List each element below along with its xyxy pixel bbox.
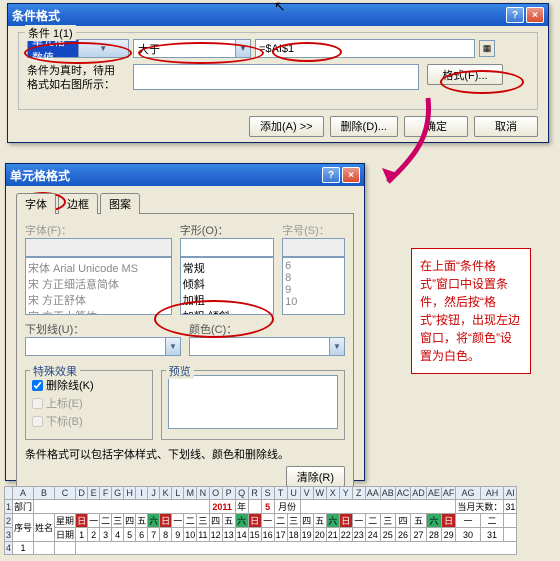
delete-button[interactable]: 删除(D)... bbox=[330, 116, 398, 137]
color-label: 颜色(C)： bbox=[189, 321, 345, 337]
subscript-checkbox: 下标(B) bbox=[32, 413, 146, 429]
date-row: 3日期1234567891011121314151617181920212223… bbox=[5, 528, 517, 542]
annotation-callout: 在上面“条件格式”窗口中设置条件，然后按“格式”按钮，出现左边窗口，将“颜色”设… bbox=[411, 248, 531, 374]
field-type-combo[interactable]: 单元格数值▼ bbox=[27, 39, 129, 58]
cell-format-dialog: 单元格格式 ? × 字体 边框 图案 字体(F)： 宋体 Arial Unico… bbox=[5, 163, 365, 481]
color-combo[interactable]: ▼ bbox=[189, 337, 345, 356]
condition1-legend: 条件 1(1) bbox=[25, 25, 76, 41]
style-label: 字形(O)： bbox=[180, 222, 274, 238]
format-preview bbox=[133, 64, 419, 90]
operator-combo[interactable]: 大于▼ bbox=[133, 39, 251, 58]
note-text: 条件格式可以包括字体样式、下划线、颜色和删除线。 bbox=[25, 448, 345, 462]
ref-picker-icon[interactable]: ▦ bbox=[479, 40, 495, 57]
ok-button[interactable]: 确定 bbox=[404, 116, 468, 137]
cancel-button[interactable]: 取消 bbox=[474, 116, 538, 137]
format-preview-box bbox=[168, 375, 338, 429]
strike-checkbox[interactable]: 删除线(K) bbox=[32, 377, 146, 393]
fmt-titlebar[interactable]: 单元格格式 ? × bbox=[6, 164, 364, 186]
week-row: 2序号姓名星期日一二三四五六日一二三四五六日一二三四五六日一二三四五六日一二 bbox=[5, 514, 517, 528]
font-input bbox=[25, 238, 172, 257]
close-button[interactable]: × bbox=[526, 7, 544, 23]
style-input[interactable] bbox=[180, 238, 274, 257]
font-panel: 字体(F)： 宋体 Arial Unicode MS宋 方正细活意简体宋 方正舒… bbox=[16, 213, 354, 502]
condition1-group: 条件 1(1) 单元格数值▼ 大于▼ ▦ 条件为真时，待用 格式如右图所示： 格… bbox=[18, 32, 538, 110]
font-listbox: 宋体 Arial Unicode MS宋 方正细活意简体宋 方正舒体宋 方正小篆… bbox=[25, 257, 172, 315]
add-button[interactable]: 添加(A) >> bbox=[249, 116, 324, 137]
value-input[interactable] bbox=[255, 39, 475, 58]
superscript-checkbox: 上标(E) bbox=[32, 395, 146, 411]
fmt-title: 单元格格式 bbox=[10, 167, 320, 184]
title-row: 1部门2011年5月份当月天数：31 bbox=[5, 500, 517, 514]
clear-button[interactable]: 清除(R) bbox=[286, 466, 345, 487]
col-headers: ABCDEFGHIJKLMNOPQRSTUVWXYZAAABACADAEAFAG… bbox=[5, 487, 517, 500]
help-button[interactable]: ? bbox=[322, 167, 340, 183]
underline-label: 下划线(U)： bbox=[25, 321, 181, 337]
cursor-icon: ↖ bbox=[274, 0, 286, 15]
style-listbox[interactable]: 常规倾斜加粗加粗 倾斜 bbox=[180, 257, 274, 315]
chevron-down-icon: ▼ bbox=[235, 40, 250, 57]
close-button[interactable]: × bbox=[342, 167, 360, 183]
underline-combo[interactable]: ▼ bbox=[25, 337, 181, 356]
tabs: 字体 边框 图案 bbox=[16, 193, 354, 214]
size-label: 字号(S)： bbox=[282, 222, 345, 238]
help-button[interactable]: ? bbox=[506, 7, 524, 23]
tab-border[interactable]: 边框 bbox=[58, 193, 98, 214]
preview-label: 条件为真时，待用 格式如右图所示： bbox=[27, 64, 129, 93]
size-input bbox=[282, 238, 345, 257]
chevron-down-icon: ▼ bbox=[329, 338, 344, 355]
tab-font[interactable]: 字体 bbox=[16, 193, 56, 214]
conditional-format-dialog: 条件格式 ? × 条件 1(1) 单元格数值▼ 大于▼ ▦ 条件为真时，待用 格… bbox=[7, 3, 549, 143]
chevron-down-icon: ▼ bbox=[78, 40, 129, 57]
size-listbox: 68910 bbox=[282, 257, 345, 315]
table-row: 41 bbox=[5, 542, 517, 555]
spreadsheet[interactable]: ABCDEFGHIJKLMNOPQRSTUVWXYZAAABACADAEAFAG… bbox=[4, 486, 517, 555]
font-label: 字体(F)： bbox=[25, 222, 172, 238]
chevron-down-icon: ▼ bbox=[165, 338, 180, 355]
effects-group: 特殊效果 删除线(K) 上标(E) 下标(B) bbox=[25, 370, 153, 440]
cf-title: 条件格式 bbox=[12, 7, 504, 24]
format-button[interactable]: 格式(F)... bbox=[427, 64, 503, 85]
tab-pattern[interactable]: 图案 bbox=[100, 193, 140, 214]
preview-group: 预览 bbox=[161, 370, 345, 440]
